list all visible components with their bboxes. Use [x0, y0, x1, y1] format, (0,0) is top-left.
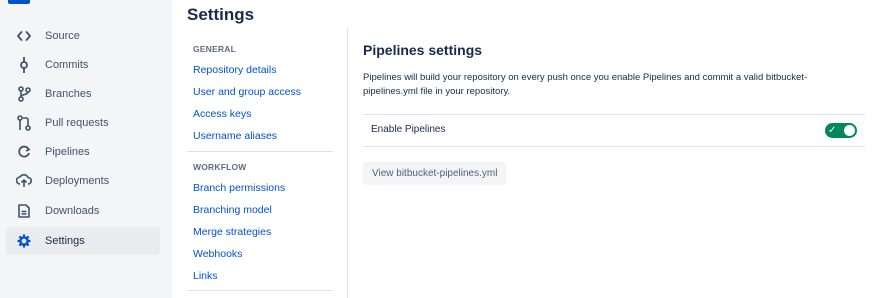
pipelines-icon: [16, 144, 32, 160]
downloads-icon: [16, 203, 32, 219]
commit-icon: [16, 57, 32, 73]
sidebar-item-label: Branches: [45, 88, 92, 100]
sidebar-item-label: Downloads: [45, 205, 100, 217]
subnav-link-user-group-access[interactable]: User and group access: [193, 86, 301, 98]
sidebar-item-label: Pipelines: [45, 146, 90, 158]
subnav-link-access-keys[interactable]: Access keys: [193, 108, 251, 120]
sidebar-item-settings[interactable]: Settings: [6, 227, 160, 255]
page-title: Settings: [187, 5, 255, 24]
sidebar-item-pipelines[interactable]: Pipelines: [6, 138, 160, 166]
subnav-link-branch-permissions[interactable]: Branch permissions: [193, 182, 285, 194]
sidebar-item-label: Pull requests: [45, 117, 109, 129]
subnav-divider: [187, 151, 333, 152]
enable-pipelines-toggle[interactable]: ✓: [825, 123, 857, 138]
sidebar-item-source[interactable]: Source: [6, 22, 160, 50]
sidebar-item-label: Source: [45, 30, 80, 42]
toggle-knob: [844, 125, 855, 136]
section-description: Pipelines will build your repository on …: [363, 72, 808, 97]
subnav-divider: [187, 290, 333, 291]
view-pipelines-yml-button[interactable]: View bitbucket-pipelines.yml: [363, 162, 507, 185]
sidebar-item-label: Settings: [45, 235, 85, 247]
code-icon: [16, 28, 32, 44]
subnav-link-links[interactable]: Links: [193, 270, 218, 282]
branch-icon: [16, 86, 32, 102]
sidebar-item-branches[interactable]: Branches: [6, 80, 160, 108]
subnav-link-branching-model[interactable]: Branching model: [193, 204, 272, 216]
section-title: Pipelines settings: [363, 42, 483, 58]
subnav-link-repository-details[interactable]: Repository details: [193, 64, 276, 76]
row-divider: [363, 146, 865, 147]
subnav-heading-workflow: WORKFLOW: [193, 162, 247, 172]
deployments-icon: [16, 173, 32, 189]
content-divider: [347, 28, 348, 298]
sidebar-item-commits[interactable]: Commits: [6, 51, 160, 79]
row-divider: [363, 114, 865, 115]
pull-request-icon: [16, 115, 32, 131]
subnav-link-username-aliases[interactable]: Username aliases: [193, 130, 277, 142]
sidebar-item-downloads[interactable]: Downloads: [6, 197, 160, 225]
check-icon: ✓: [828, 125, 837, 136]
sidebar-item-deployments[interactable]: Deployments: [6, 167, 160, 195]
sidebar-item-label: Deployments: [45, 175, 110, 187]
repository-sidebar: Source Commits Branches Pull requests Pi…: [0, 0, 172, 298]
sidebar-top-marker: [8, 0, 30, 4]
subnav-heading-general: GENERAL: [193, 44, 236, 54]
subnav-link-webhooks[interactable]: Webhooks: [193, 248, 242, 260]
gear-icon: [16, 233, 32, 249]
sidebar-item-pull-requests[interactable]: Pull requests: [6, 109, 160, 137]
subnav-link-merge-strategies[interactable]: Merge strategies: [193, 226, 271, 238]
sidebar-item-label: Commits: [45, 59, 89, 71]
enable-pipelines-label: Enable Pipelines: [371, 124, 446, 135]
